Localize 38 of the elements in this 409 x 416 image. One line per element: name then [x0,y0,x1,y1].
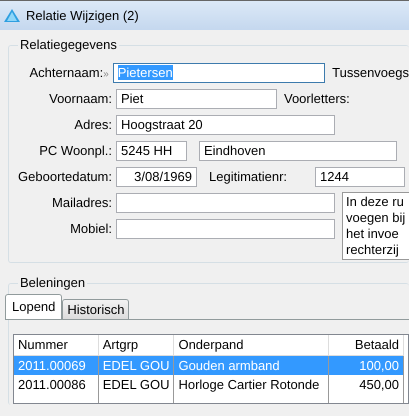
input-field[interactable]: 3/08/1969 [116,167,197,187]
tab[interactable]: Lopend [5,294,62,319]
input-field[interactable] [116,193,335,213]
input-field[interactable]: 5245 HH [116,141,187,161]
group-title: Beleningen [18,275,88,291]
input-field[interactable]: Hoogstraat 20 [116,115,335,135]
field-label: Achternaam: [29,65,104,80]
input-field[interactable] [116,219,335,239]
group-title: Relatiegegevens [18,37,119,53]
table-cell: EDEL GOU [98,375,174,394]
column-header[interactable]: Betaald [328,335,404,355]
column-header[interactable]: Nummer [14,335,98,355]
table-cell: 2011.00069 [14,355,98,375]
field-label: Geboortedatum: [17,168,113,186]
input-field[interactable]: Eindhoven [199,141,397,161]
field-label: Mobiel: [69,220,113,238]
field-label: Voornaam: [48,90,113,108]
required-marker: » [103,69,109,80]
column-header[interactable]: Artgrp [98,335,174,355]
field-label: Tussenvoegs [332,64,409,82]
input-field[interactable]: Piet [116,89,277,109]
table-cell: EDEL GOU [98,355,174,375]
input-field[interactable]: 1244 [315,167,405,187]
field-label: Mailadres: [51,194,113,212]
field-label: PC Woonpl.: [38,142,113,160]
table-cell: Gouden armband [174,355,329,375]
info-text: In deze ru voegen bij het invoe rechterzij [342,192,409,260]
field-label: Legitimatienr: [209,168,288,186]
table-cell: 450,00 [328,375,404,394]
app-logo-icon [4,8,20,22]
table-cell: Horloge Cartier Rotonde [174,375,329,394]
tab[interactable]: Historisch [62,299,130,319]
field-label: Adres: [73,116,113,134]
field-label: Voorletters: [284,90,350,108]
table-cell: 2011.00086 [14,375,98,394]
window-title: Relatie Wijzigen (2) [26,6,139,25]
table-cell: 100,00 [328,355,404,375]
column-header[interactable]: Onderpand [174,335,329,355]
